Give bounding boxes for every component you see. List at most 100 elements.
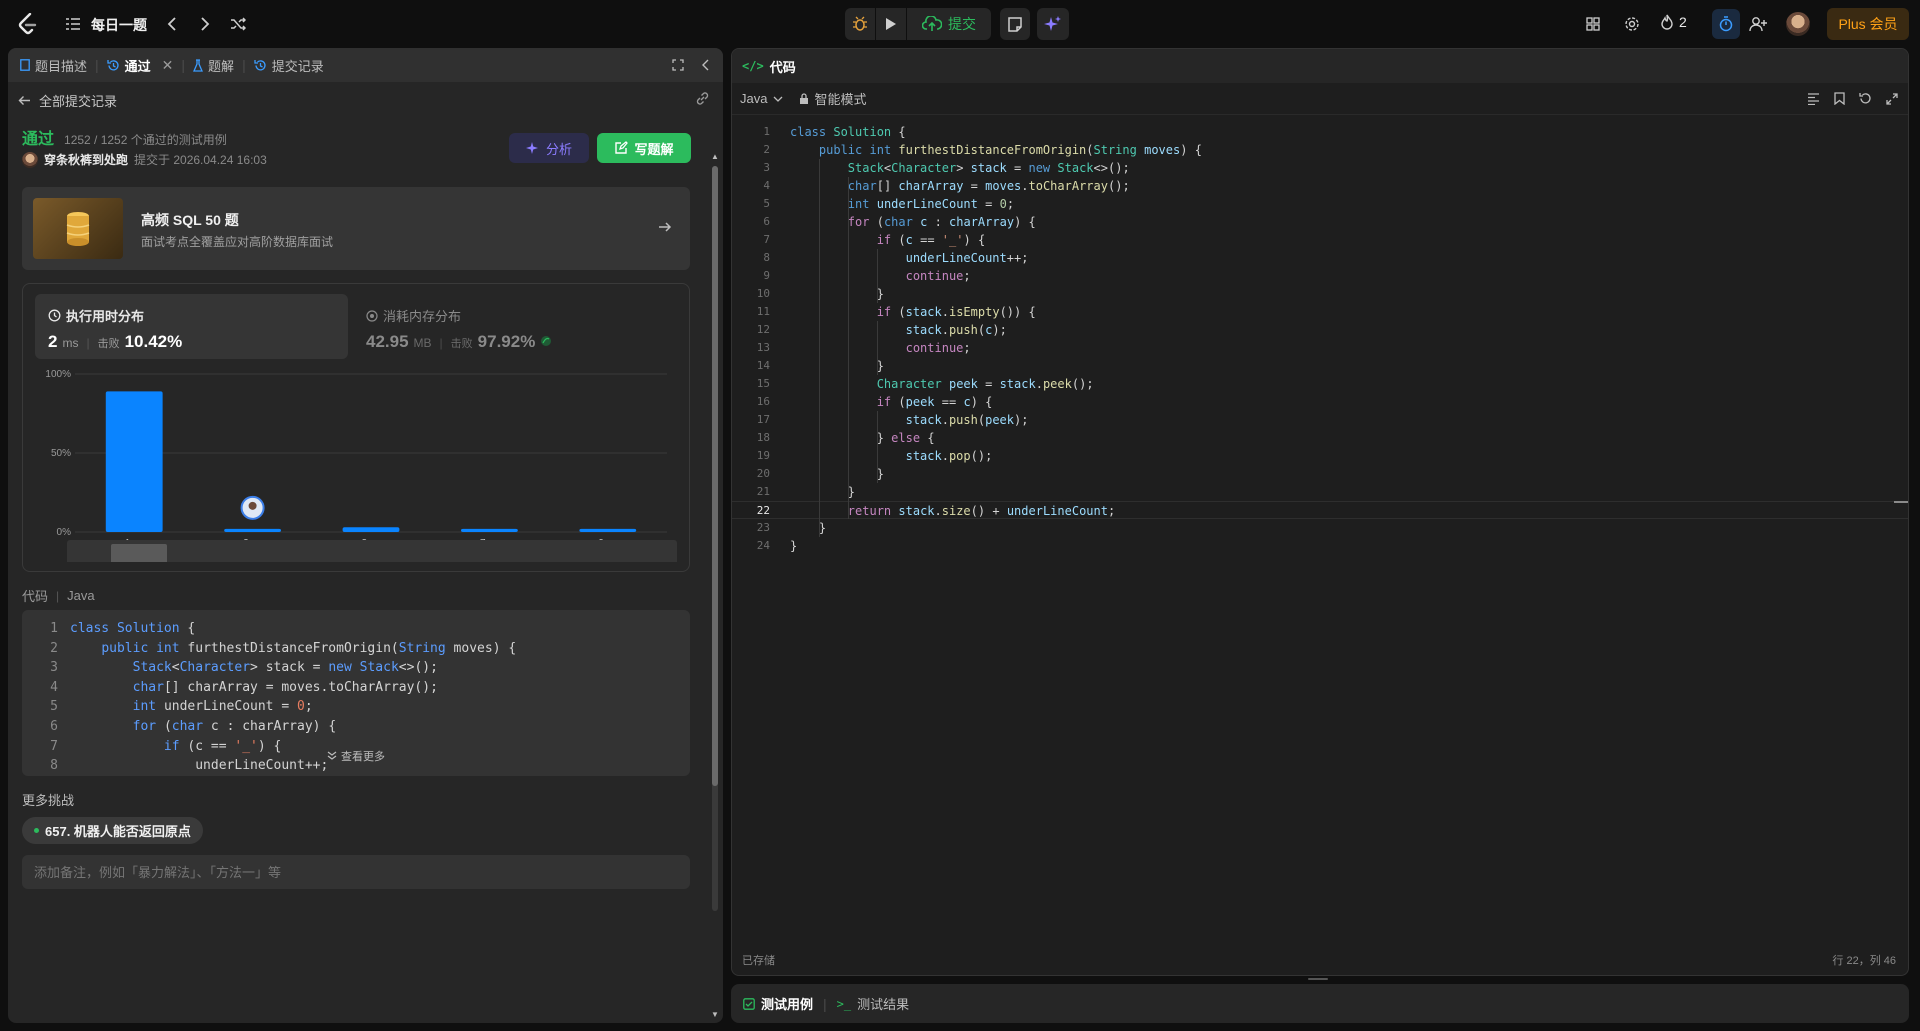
snippet-line: 1 class Solution { [22, 619, 516, 639]
timer-icon[interactable] [1712, 9, 1740, 39]
scroll-down-icon[interactable]: ▼ [711, 1010, 719, 1019]
submit-button[interactable]: 提交 [907, 8, 991, 40]
snippet-line: 4 char[] charArray = moves.toCharArray()… [22, 678, 516, 698]
memory-stat[interactable]: 消耗内存分布 42.95 MB | 击败 97.92% [366, 294, 679, 359]
code-line[interactable]: 19 stack.pop(); [732, 447, 1908, 465]
language-select[interactable]: Java [740, 91, 783, 106]
leaf-icon [541, 336, 552, 346]
note-input[interactable] [22, 855, 690, 889]
editor-lines[interactable]: 1 class Solution {2 public int furthestDi… [732, 123, 1908, 555]
code-line[interactable]: 15 Character peek = stack.peek(); [732, 375, 1908, 393]
ai-assistant-button[interactable] [1037, 8, 1069, 40]
view-more-button[interactable]: 查看更多 [22, 748, 690, 764]
scrollbar-thumb[interactable] [712, 166, 718, 786]
mode-select[interactable]: 智能模式 [799, 89, 866, 108]
submission-content: 全部提交记录 通过 1252 / 1252 个通过的测试用例 穿条秋裤到处跑 提… [8, 82, 723, 1023]
code-line[interactable]: 10 } [732, 285, 1908, 303]
add-friend-icon[interactable] [1747, 14, 1769, 34]
fullscreen-icon[interactable] [1886, 92, 1898, 105]
indent-guide [876, 249, 878, 303]
flask-icon [193, 58, 204, 72]
code-line[interactable]: 5 int underLineCount = 0; [732, 195, 1908, 213]
reset-icon[interactable] [1859, 92, 1872, 105]
daily-title[interactable]: 每日一题 [91, 15, 147, 35]
run-button[interactable] [876, 8, 906, 40]
code-label: 代码 [22, 589, 49, 604]
back-to-submissions[interactable]: 全部提交记录 [18, 91, 117, 110]
history-icon [254, 59, 266, 70]
prev-problem-icon[interactable] [163, 14, 181, 34]
tab-test-cases[interactable]: 测试用例 [743, 994, 813, 1013]
code-line[interactable]: 21 } [732, 483, 1908, 501]
line-code: for (char c : charArray) { [847, 215, 1036, 229]
notes-button[interactable] [1000, 8, 1030, 40]
code-line[interactable]: 6 for (char c : charArray) { [732, 213, 1908, 231]
line-code: Stack<Character> stack = new Stack<>(); [847, 161, 1130, 175]
streak-counter[interactable]: 2 [1660, 14, 1687, 30]
code-line[interactable]: 12 stack.push(c); [732, 321, 1908, 339]
close-tab-icon[interactable]: ✕ [162, 57, 174, 74]
panel-resize-handle[interactable] [1308, 978, 1328, 980]
user-name[interactable]: 穿条秋裤到处跑 [44, 151, 128, 168]
avatar[interactable] [22, 151, 38, 168]
scrollbar[interactable] [712, 166, 718, 911]
shuffle-icon[interactable] [228, 14, 248, 34]
line-code: underLineCount++; [905, 251, 1029, 265]
settings-gear-icon[interactable] [1622, 14, 1642, 34]
code-line[interactable]: 1 class Solution { [732, 123, 1908, 141]
share-link-icon[interactable] [694, 90, 710, 106]
status-row: 通过 1252 / 1252 个通过的测试用例 [22, 125, 227, 149]
left-tab-bar: 题目描述 | 通过 ✕ | 题解 | 提交记录 [8, 48, 723, 82]
tab-description[interactable]: 题目描述 [8, 48, 95, 82]
leetcode-logo-icon[interactable] [16, 12, 40, 36]
code-line[interactable]: 18 } else { [732, 429, 1908, 447]
language-label: Java [740, 91, 768, 106]
line-code: stack.push(peek); [905, 413, 1029, 427]
code-line[interactable]: 22 return stack.size() + underLineCount; [732, 501, 1908, 519]
format-icon[interactable] [1807, 92, 1820, 105]
user-avatar[interactable] [1786, 12, 1810, 36]
code-line[interactable]: 13 continue; [732, 339, 1908, 357]
line-number: 5 [763, 197, 770, 210]
tab-solutions[interactable]: 题解 [185, 48, 242, 82]
line-code: } [876, 359, 884, 373]
line-code: public int furthestDistanceFromOrigin(St… [101, 640, 517, 656]
analyze-button[interactable]: 分析 [509, 133, 589, 163]
tab-submissions[interactable]: 提交记录 [246, 48, 332, 82]
arrow-right-icon [658, 220, 672, 236]
maximize-icon[interactable] [670, 57, 686, 73]
collapse-panel-icon[interactable] [698, 57, 714, 73]
problem-list-icon[interactable] [64, 14, 82, 34]
scroll-up-icon[interactable]: ▲ [711, 152, 719, 161]
layout-icon[interactable] [1583, 14, 1603, 34]
next-problem-icon[interactable] [196, 14, 214, 34]
code-line[interactable]: 14 } [732, 357, 1908, 375]
promo-card[interactable]: 高频 SQL 50 题 面试考点全覆盖应对高阶数据库面试 [22, 187, 690, 270]
plus-membership-button[interactable]: Plus 会员 [1827, 8, 1909, 40]
code-line[interactable]: 24} [732, 537, 1908, 555]
test-tab-bar: 测试用例 | >_ 测试结果 [731, 984, 1909, 1023]
tab-test-results[interactable]: >_ 测试结果 [837, 994, 909, 1013]
code-line[interactable]: 8 underLineCount++; [732, 249, 1908, 267]
bookmark-icon[interactable] [1834, 92, 1845, 105]
code-line[interactable]: 11 if (stack.isEmpty()) { [732, 303, 1908, 321]
code-line[interactable]: 7 if (c == '_') { [732, 231, 1908, 249]
line-number: 9 [763, 269, 770, 282]
code-line[interactable]: 16 if (peek == c) { [732, 393, 1908, 411]
challenge-chip[interactable]: 657. 机器人能否返回原点 [22, 817, 203, 844]
runtime-stat[interactable]: 执行用时分布 2 ms | 击败 10.42% [35, 294, 348, 359]
tab-accepted[interactable]: 通过 ✕ [99, 48, 182, 82]
tab-code[interactable]: </> 代码 [732, 57, 806, 76]
code-line[interactable]: 2 public int furthestDistanceFromOrigin(… [732, 141, 1908, 159]
code-line[interactable]: 9 continue; [732, 267, 1908, 285]
line-code: if (peek == c) { [876, 395, 993, 409]
code-line[interactable]: 4 char[] charArray = moves.toCharArray()… [732, 177, 1908, 195]
debug-button[interactable] [845, 8, 875, 40]
code-line[interactable]: 20 } [732, 465, 1908, 483]
scroll-marker [1894, 501, 1908, 503]
code-line[interactable]: 3 Stack<Character> stack = new Stack<>()… [732, 159, 1908, 177]
code-line[interactable]: 17 stack.push(peek); [732, 411, 1908, 429]
tests-passed: 1252 / 1252 个通过的测试用例 [64, 133, 227, 147]
write-solution-button[interactable]: 写题解 [597, 133, 691, 163]
code-line[interactable]: 23 } [732, 519, 1908, 537]
